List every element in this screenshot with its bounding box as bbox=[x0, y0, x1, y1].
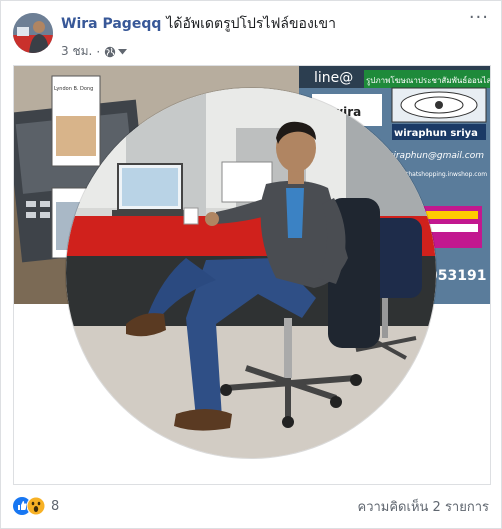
profile-photo-image bbox=[66, 88, 436, 458]
reaction-count: 8 bbox=[51, 498, 60, 514]
post-timestamp[interactable]: 3 ชม. bbox=[61, 42, 92, 61]
reactions-summary[interactable]: 8 bbox=[13, 497, 59, 515]
post-action-text: ได้อัพเดตรูปโปรไฟล์ของเขา bbox=[166, 16, 336, 32]
post-footer: 8 ความคิดเห็น 2 รายการ bbox=[13, 493, 489, 519]
post-meta: 3 ชม. · bbox=[61, 42, 461, 61]
audience-selector[interactable] bbox=[104, 46, 128, 58]
shop-url-text: thatshopping.inwshop.com bbox=[406, 171, 487, 178]
wow-icon bbox=[27, 497, 45, 515]
phone-text: 053191 bbox=[428, 268, 486, 284]
comments-count-link[interactable]: ความคิดเห็น 2 รายการ bbox=[358, 496, 490, 517]
post-header: Wira Pageqq ได้อัพเดตรูปโปรไฟล์ของเขา 3 ช… bbox=[61, 13, 461, 61]
author-avatar[interactable] bbox=[13, 13, 53, 53]
promo-banner-text: รูปภาพโฆษณาประชาสัมพันธ์ออนไลน์ bbox=[366, 75, 490, 86]
email-text: wiraphun@gmail.com bbox=[386, 151, 484, 161]
book-title: Lyndon B. Dong bbox=[54, 86, 93, 92]
line-at-text: line@ bbox=[314, 70, 353, 86]
chevron-down-icon bbox=[118, 48, 128, 54]
profile-picture[interactable] bbox=[66, 88, 436, 458]
more-options-button[interactable]: ··· bbox=[469, 9, 489, 27]
globe-icon bbox=[104, 46, 116, 57]
post-media[interactable]: Lyndon B. Dong line@ รูปภาพโฆษณาประชาสัม… bbox=[13, 65, 491, 485]
avatar-image bbox=[13, 13, 53, 53]
owner-name-text: wiraphun sriya bbox=[394, 128, 478, 139]
author-name[interactable]: Wira Pageqq bbox=[61, 16, 161, 32]
meta-separator: · bbox=[96, 44, 101, 59]
feed-post: Wira Pageqq ได้อัพเดตรูปโปรไฟล์ของเขา 3 ช… bbox=[0, 0, 502, 529]
reaction-icons bbox=[13, 497, 45, 515]
